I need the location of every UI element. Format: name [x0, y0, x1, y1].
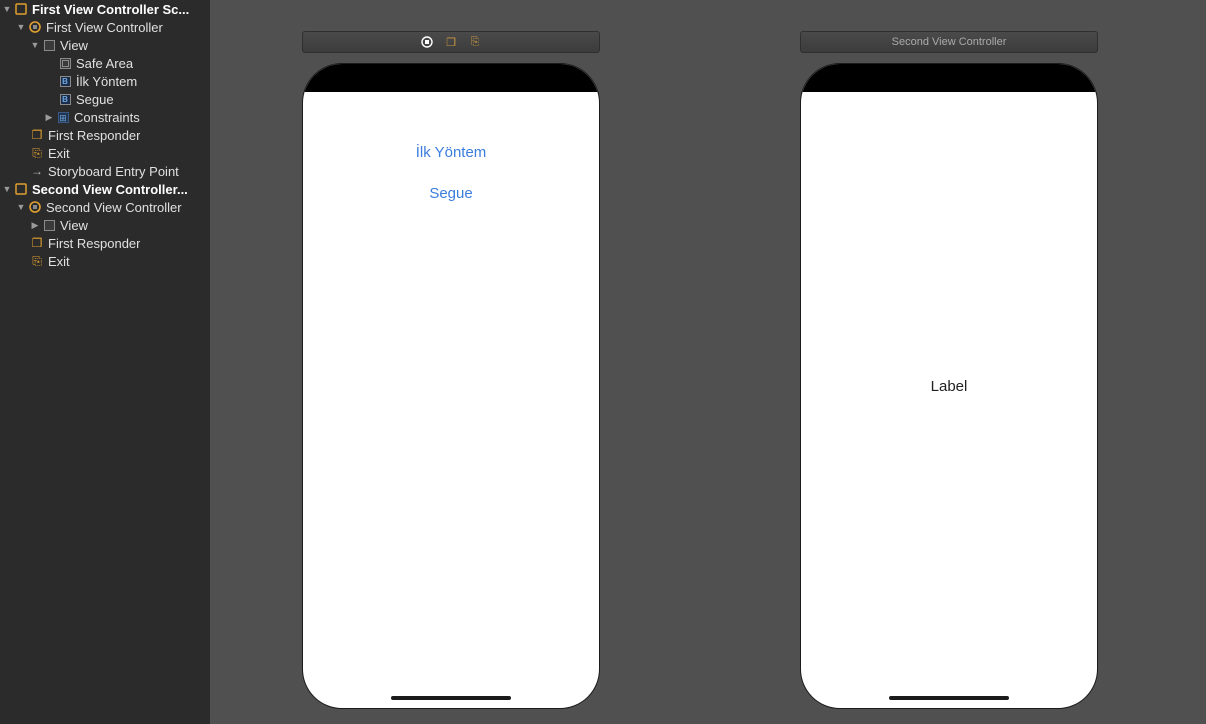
root-view[interactable]: İlk Yöntem Segue: [303, 64, 599, 708]
outline-exit[interactable]: ⎘ Exit: [0, 252, 210, 270]
storyboard-scene-icon: [14, 2, 28, 16]
constraints-icon: [56, 110, 70, 124]
root-view[interactable]: Label: [801, 64, 1097, 708]
outline-label: Segue: [76, 92, 114, 107]
view-icon: [42, 38, 56, 52]
outline-label: Constraints: [74, 110, 140, 125]
storyboard-scene-icon: [14, 182, 28, 196]
outline-label: Second View Controller: [46, 200, 182, 215]
disclosure-right-icon[interactable]: ▶: [30, 220, 40, 230]
disclosure-right-icon[interactable]: ▶: [44, 112, 54, 122]
outline-label: View: [60, 38, 88, 53]
outline-first-responder[interactable]: ❒ First Responder: [0, 234, 210, 252]
first-responder-icon: ❒: [30, 236, 44, 250]
entry-point-icon: →: [30, 164, 44, 178]
scene-second-view-controller[interactable]: Second View Controller Label: [800, 31, 1098, 709]
device-frame-second[interactable]: Label: [800, 63, 1098, 709]
outline-constraints[interactable]: ▶ Constraints: [0, 108, 210, 126]
outline-first-responder[interactable]: ❒ First Responder: [0, 126, 210, 144]
button-icon: [58, 92, 72, 106]
disclosure-down-icon[interactable]: ▼: [30, 40, 40, 50]
outline-view[interactable]: ▼ View: [0, 36, 210, 54]
document-outline[interactable]: ▼ First View Controller Sc... ▼ First Vi…: [0, 0, 210, 724]
outline-button-segue[interactable]: Segue: [0, 90, 210, 108]
outline-label: İlk Yöntem: [76, 74, 137, 89]
dock-exit-icon[interactable]: ⎘: [468, 35, 482, 49]
disclosure-down-icon[interactable]: ▼: [16, 202, 26, 212]
scene-dock[interactable]: Second View Controller: [800, 31, 1098, 53]
disclosure-down-icon[interactable]: ▼: [16, 22, 26, 32]
view-icon: [42, 218, 56, 232]
label-placeholder[interactable]: Label: [931, 378, 968, 395]
dock-viewcontroller-icon[interactable]: [420, 35, 434, 49]
outline-label: View: [60, 218, 88, 233]
outline-second-view-controller[interactable]: ▼ Second View Controller: [0, 198, 210, 216]
viewcontroller-icon: [28, 20, 42, 34]
outline-safe-area[interactable]: Safe Area: [0, 54, 210, 72]
outline-label: Safe Area: [76, 56, 133, 71]
outline-first-view-controller[interactable]: ▼ First View Controller: [0, 18, 210, 36]
button-segue[interactable]: Segue: [429, 185, 472, 202]
viewcontroller-icon: [28, 200, 42, 214]
outline-label: Storyboard Entry Point: [48, 164, 179, 179]
device-frame-first[interactable]: İlk Yöntem Segue: [302, 63, 600, 709]
home-indicator: [889, 696, 1009, 700]
scene-dock-title: Second View Controller: [892, 36, 1007, 48]
disclosure-down-icon[interactable]: ▼: [2, 184, 12, 194]
outline-label: First Responder: [48, 236, 140, 251]
outline-label: Exit: [48, 146, 70, 161]
first-responder-icon: ❒: [30, 128, 44, 142]
disclosure-down-icon[interactable]: ▼: [2, 4, 12, 14]
outline-label: First View Controller: [46, 20, 163, 35]
dock-first-responder-icon[interactable]: ❒: [444, 35, 458, 49]
button-icon: [58, 74, 72, 88]
interface-builder-canvas[interactable]: ❒ ⎘ İlk Yöntem Segue Second View Control…: [210, 0, 1206, 724]
exit-icon: ⎘: [30, 146, 44, 160]
outline-exit[interactable]: ⎘ Exit: [0, 144, 210, 162]
outline-label: First View Controller Sc...: [32, 2, 189, 17]
outline-scene-second[interactable]: ▼ Second View Controller...: [0, 180, 210, 198]
scene-dock[interactable]: ❒ ⎘: [302, 31, 600, 53]
outline-button-ilkyontem[interactable]: İlk Yöntem: [0, 72, 210, 90]
outline-scene-first[interactable]: ▼ First View Controller Sc...: [0, 0, 210, 18]
scene-first-view-controller[interactable]: ❒ ⎘ İlk Yöntem Segue: [302, 31, 600, 709]
outline-label: Exit: [48, 254, 70, 269]
exit-icon: ⎘: [30, 254, 44, 268]
home-indicator: [391, 696, 511, 700]
outline-label: Second View Controller...: [32, 182, 188, 197]
outline-view[interactable]: ▶ View: [0, 216, 210, 234]
outline-entry-point[interactable]: → Storyboard Entry Point: [0, 162, 210, 180]
button-ilk-yontem[interactable]: İlk Yöntem: [416, 144, 487, 161]
outline-label: First Responder: [48, 128, 140, 143]
safe-area-icon: [58, 56, 72, 70]
